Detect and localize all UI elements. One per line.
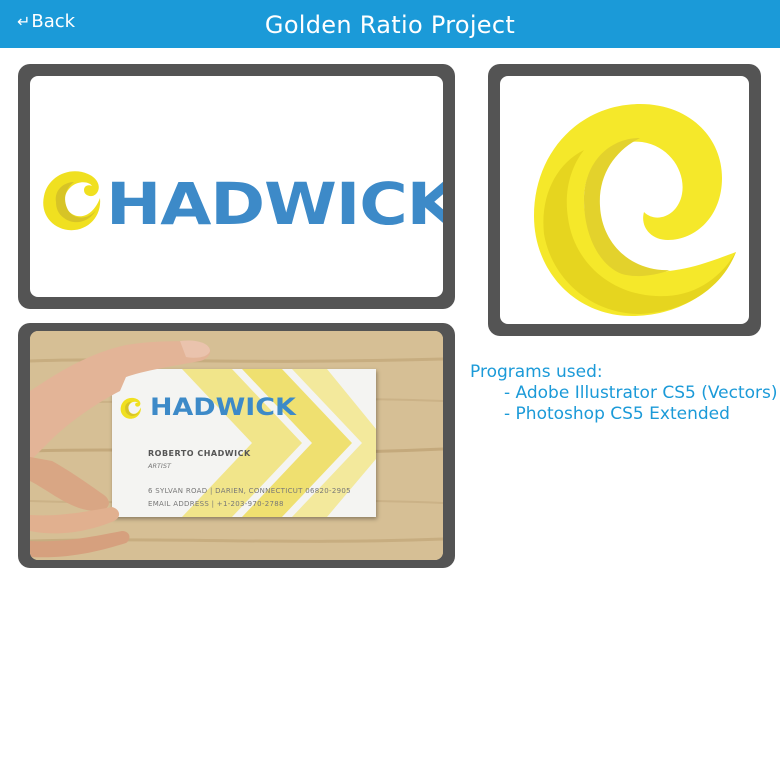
- programs-heading: Programs used:: [470, 362, 603, 382]
- header-bar: ↵Back Golden Ratio Project: [0, 0, 780, 48]
- icon-frame: [488, 64, 761, 336]
- programs-used: Programs used: - Adobe Illustrator CS5 (…: [470, 362, 778, 425]
- logo-panel: HADWICK: [30, 76, 443, 297]
- hand-illustration: [30, 340, 211, 558]
- business-card-photo: HADWICK ROBERTO CHADWICK ARTIST 6 SYLVAN…: [30, 331, 443, 560]
- icon-panel: [500, 76, 749, 324]
- page-title: Golden Ratio Project: [264, 11, 516, 39]
- program-item: - Photoshop CS5 Extended: [504, 404, 730, 424]
- swirl-c-large-icon: [534, 104, 736, 316]
- business-card-frame: HADWICK ROBERTO CHADWICK ARTIST 6 SYLVAN…: [18, 323, 455, 568]
- logo-frame: HADWICK: [18, 64, 455, 309]
- program-item: - Adobe Illustrator CS5 (Vectors): [504, 383, 778, 403]
- logo-wordmark: HADWICK: [106, 170, 443, 238]
